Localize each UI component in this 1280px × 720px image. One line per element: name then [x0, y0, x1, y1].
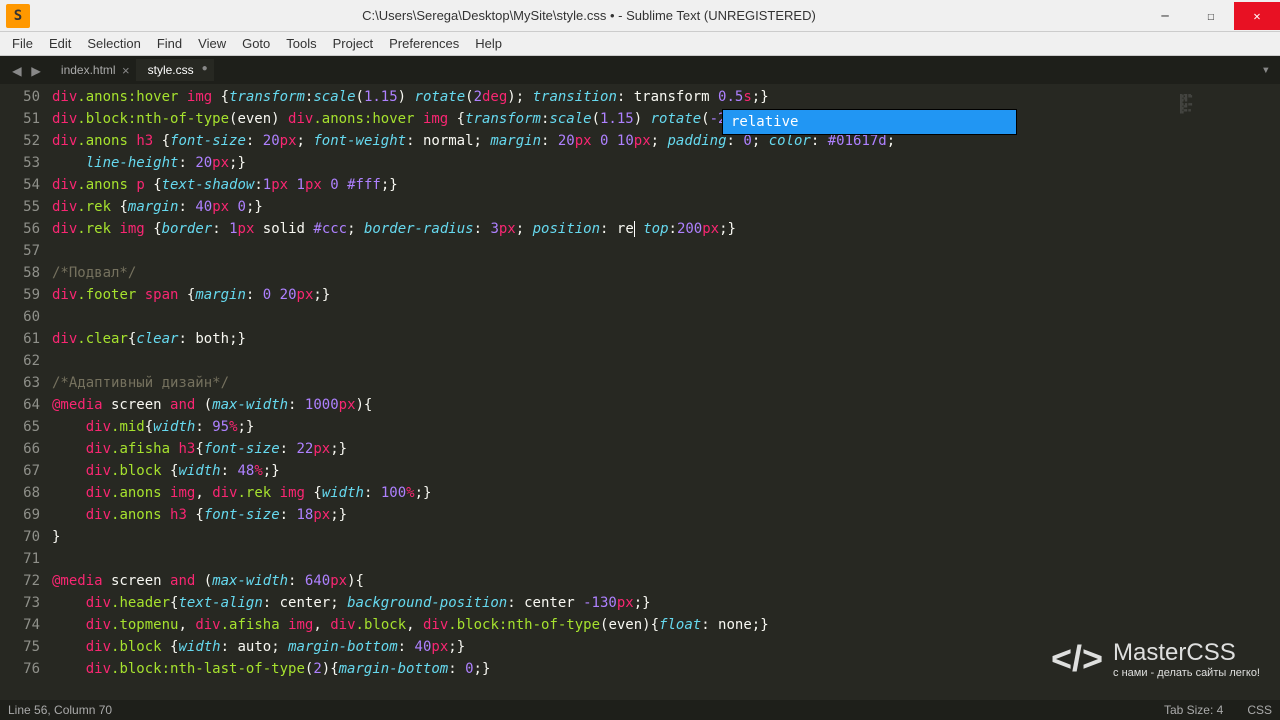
tab-style-css[interactable]: style.css: [136, 59, 214, 81]
line-number: 65: [0, 416, 52, 438]
window-controls: ─ ☐ ✕: [1142, 2, 1280, 30]
line-number: 61: [0, 328, 52, 350]
line-number: 74: [0, 614, 52, 636]
editor-area[interactable]: 5051525354555657585960616263646566676869…: [0, 84, 1280, 700]
line-number: 57: [0, 240, 52, 262]
tab-overflow-icon[interactable]: ▾: [1252, 62, 1280, 78]
line-number: 68: [0, 482, 52, 504]
line-number: 50: [0, 86, 52, 108]
line-number: 53: [0, 152, 52, 174]
minimap[interactable]: ██ ███ █████ ██ █████ ██████ ███████ ██ …: [1170, 84, 1280, 700]
minimize-button[interactable]: ─: [1142, 2, 1188, 30]
line-number: 55: [0, 196, 52, 218]
line-number: 56: [0, 218, 52, 240]
menu-project[interactable]: Project: [325, 34, 381, 53]
line-number: 60: [0, 306, 52, 328]
menu-bar: File Edit Selection Find View Goto Tools…: [0, 32, 1280, 56]
line-number: 62: [0, 350, 52, 372]
menu-goto[interactable]: Goto: [234, 34, 278, 53]
line-number: 67: [0, 460, 52, 482]
line-number: 70: [0, 526, 52, 548]
status-bar: Line 56, Column 70 Tab Size: 4 CSS: [0, 700, 1280, 720]
line-number: 64: [0, 394, 52, 416]
line-number: 54: [0, 174, 52, 196]
title-bar: S C:\Users\Serega\Desktop\MySite\style.c…: [0, 0, 1280, 32]
gutter: 5051525354555657585960616263646566676869…: [0, 84, 52, 700]
tab-index-html[interactable]: index.html: [49, 59, 136, 81]
autocomplete-item-relative[interactable]: relative: [723, 110, 1016, 134]
status-tab-size[interactable]: Tab Size: 4: [1164, 703, 1223, 717]
line-number: 73: [0, 592, 52, 614]
line-number: 69: [0, 504, 52, 526]
menu-view[interactable]: View: [190, 34, 234, 53]
menu-preferences[interactable]: Preferences: [381, 34, 467, 53]
window-title: C:\Users\Serega\Desktop\MySite\style.css…: [36, 8, 1142, 23]
menu-help[interactable]: Help: [467, 34, 510, 53]
menu-file[interactable]: File: [4, 34, 41, 53]
status-syntax[interactable]: CSS: [1247, 703, 1272, 717]
status-position[interactable]: Line 56, Column 70: [8, 703, 1164, 717]
close-button[interactable]: ✕: [1234, 2, 1280, 30]
line-number: 71: [0, 548, 52, 570]
autocomplete-popup[interactable]: relative: [722, 109, 1017, 135]
tab-bar: ◀ ▶ index.html style.css ▾: [0, 56, 1280, 84]
code-area[interactable]: div.anons:hover img {transform:scale(1.1…: [52, 84, 1170, 700]
menu-find[interactable]: Find: [149, 34, 190, 53]
tab-nav-arrows[interactable]: ◀ ▶: [4, 61, 49, 80]
line-number: 63: [0, 372, 52, 394]
maximize-button[interactable]: ☐: [1188, 2, 1234, 30]
menu-selection[interactable]: Selection: [79, 34, 148, 53]
line-number: 72: [0, 570, 52, 592]
line-number: 51: [0, 108, 52, 130]
line-number: 58: [0, 262, 52, 284]
menu-tools[interactable]: Tools: [278, 34, 324, 53]
line-number: 66: [0, 438, 52, 460]
line-number: 76: [0, 658, 52, 680]
menu-edit[interactable]: Edit: [41, 34, 79, 53]
line-number: 59: [0, 284, 52, 306]
line-number: 52: [0, 130, 52, 152]
app-icon: S: [6, 4, 30, 28]
line-number: 75: [0, 636, 52, 658]
